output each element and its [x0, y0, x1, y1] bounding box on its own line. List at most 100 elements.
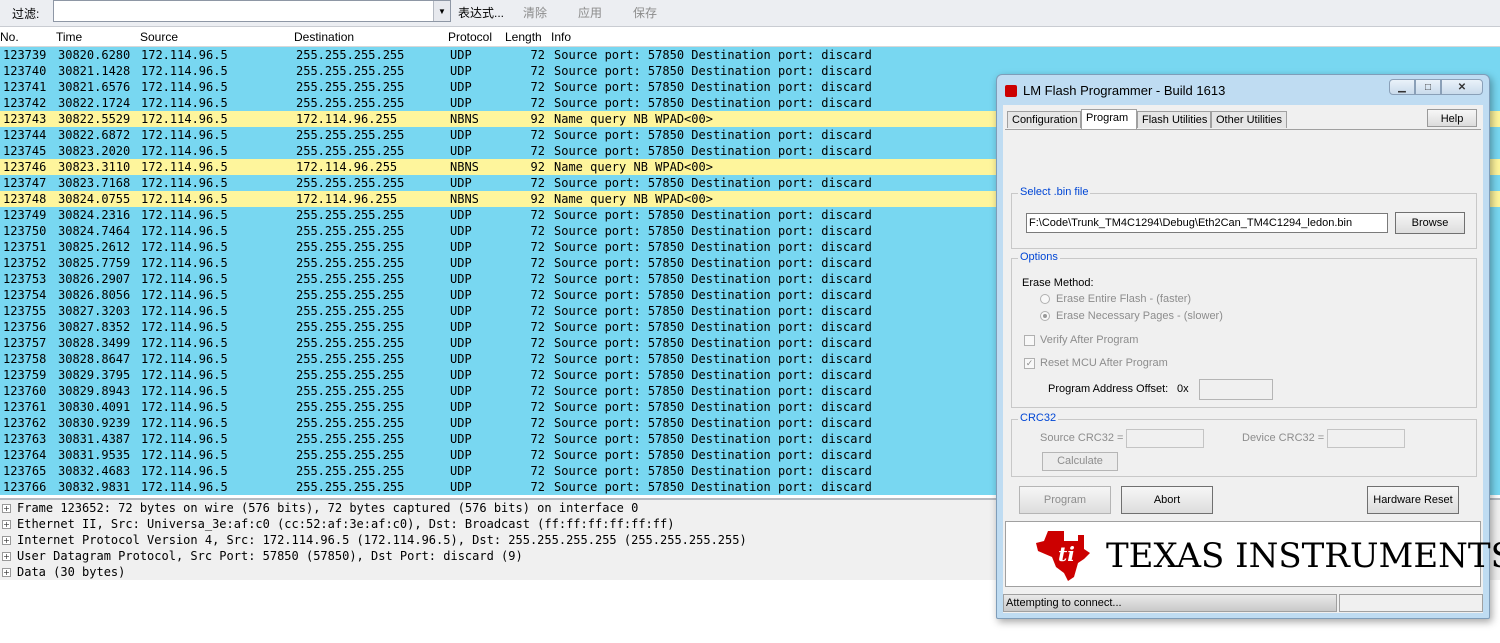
packet-dst: 255.255.255.255 — [296, 448, 405, 462]
packet-len: 72 — [530, 144, 545, 158]
program-button[interactable]: Program — [1019, 486, 1111, 514]
detail-text: Frame 123652: 72 bytes on wire (576 bits… — [17, 501, 639, 515]
packet-no: 123760 — [3, 384, 47, 398]
packet-no: 123752 — [3, 256, 47, 270]
help-button[interactable]: Help — [1427, 109, 1477, 127]
packet-no: 123757 — [3, 336, 47, 350]
packet-time: 30821.1428 — [58, 64, 131, 78]
packet-proto: UDP — [450, 80, 472, 94]
minimize-icon[interactable]: ▁ — [1389, 79, 1415, 95]
offset-input[interactable] — [1199, 379, 1273, 400]
bin-path-input[interactable]: F:\Code\Trunk_TM4C1294\Debug\Eth2Can_TM4… — [1026, 213, 1388, 233]
save-button[interactable]: 保存 — [633, 4, 657, 21]
packet-src: 172.114.96.5 — [141, 272, 228, 286]
hardware-reset-button[interactable]: Hardware Reset — [1367, 486, 1459, 514]
browse-button[interactable]: Browse — [1395, 212, 1465, 234]
close-icon[interactable]: ✕ — [1441, 79, 1483, 95]
expand-icon[interactable]: + — [2, 520, 11, 529]
column-destination[interactable]: Destination — [294, 30, 354, 44]
packet-len: 92 — [530, 192, 545, 206]
column-source[interactable]: Source — [140, 30, 178, 44]
app-icon — [1005, 85, 1017, 97]
maximize-icon[interactable]: □ — [1415, 79, 1441, 95]
packet-time: 30823.3110 — [58, 160, 131, 174]
column-info[interactable]: Info — [551, 30, 571, 44]
packet-src: 172.114.96.5 — [141, 144, 228, 158]
packet-src: 172.114.96.5 — [141, 48, 228, 62]
packet-src: 172.114.96.5 — [141, 384, 228, 398]
packet-proto: UDP — [450, 256, 472, 270]
reset-mcu-checkbox[interactable]: ✓ — [1024, 358, 1035, 369]
packet-dst: 172.114.96.255 — [296, 112, 398, 126]
packet-proto: NBNS — [450, 112, 479, 126]
packet-info: Source port: 57850 Destination port: dis… — [554, 272, 872, 286]
packet-src: 172.114.96.5 — [141, 128, 228, 142]
packet-no: 123756 — [3, 320, 47, 334]
packet-info: Source port: 57850 Destination port: dis… — [554, 320, 872, 334]
svg-text:ti: ti — [1058, 542, 1075, 566]
packet-time: 30828.3499 — [58, 336, 131, 350]
ti-logo-panel: ti TEXAS INSTRUMENTS — [1005, 521, 1500, 587]
packet-len: 72 — [530, 256, 545, 270]
packet-src: 172.114.96.5 — [141, 176, 228, 190]
tab-configuration[interactable]: Configuration — [1007, 111, 1081, 128]
tab-other-utilities[interactable]: Other Utilities — [1211, 111, 1287, 128]
packet-time: 30821.6576 — [58, 80, 131, 94]
column-length[interactable]: Length — [505, 30, 542, 44]
packet-time: 30827.8352 — [58, 320, 131, 334]
expand-icon[interactable]: + — [2, 568, 11, 577]
packet-info: Name query NB WPAD<00> — [554, 160, 713, 174]
packet-no: 123766 — [3, 480, 47, 494]
clear-button[interactable]: 清除 — [523, 4, 547, 21]
packet-no: 123758 — [3, 352, 47, 366]
tab-flash-utilities[interactable]: Flash Utilities — [1137, 111, 1211, 128]
expand-icon[interactable]: + — [2, 536, 11, 545]
abort-button[interactable]: Abort — [1121, 486, 1213, 514]
device-crc-input[interactable] — [1327, 429, 1405, 448]
tab-program[interactable]: Program — [1081, 109, 1137, 129]
packet-dst: 255.255.255.255 — [296, 48, 405, 62]
packet-time: 30831.9535 — [58, 448, 131, 462]
column-protocol[interactable]: Protocol — [448, 30, 492, 44]
expand-icon[interactable]: + — [2, 504, 11, 513]
packet-info: Source port: 57850 Destination port: dis… — [554, 352, 872, 366]
verify-label: Verify After Program — [1040, 334, 1139, 346]
window-titlebar[interactable]: LM Flash Programmer - Build 1613 ▁ □ ✕ — [997, 75, 1489, 105]
erase-necessary-label: Erase Necessary Pages - (slower) — [1056, 310, 1223, 322]
packet-time: 30832.4683 — [58, 464, 131, 478]
packet-proto: UDP — [450, 400, 472, 414]
expand-icon[interactable]: + — [2, 552, 11, 561]
packet-src: 172.114.96.5 — [141, 368, 228, 382]
packet-no: 123751 — [3, 240, 47, 254]
packet-src: 172.114.96.5 — [141, 256, 228, 270]
packet-info: Source port: 57850 Destination port: dis… — [554, 224, 872, 238]
packet-proto: UDP — [450, 480, 472, 494]
packet-len: 72 — [530, 480, 545, 494]
source-crc-input[interactable] — [1126, 429, 1204, 448]
packet-list-header: No. Time Source Destination Protocol Len… — [0, 29, 1500, 47]
packet-info: Source port: 57850 Destination port: dis… — [554, 448, 872, 462]
packet-no: 123754 — [3, 288, 47, 302]
packet-time: 30829.3795 — [58, 368, 131, 382]
erase-necessary-radio[interactable] — [1040, 311, 1050, 321]
packet-src: 172.114.96.5 — [141, 320, 228, 334]
calculate-button[interactable]: Calculate — [1042, 452, 1118, 471]
column-time[interactable]: Time — [56, 30, 82, 44]
apply-button[interactable]: 应用 — [578, 4, 602, 21]
detail-text: Ethernet II, Src: Universa_3e:af:c0 (cc:… — [17, 517, 675, 531]
packet-no: 123744 — [3, 128, 47, 142]
packet-len: 72 — [530, 448, 545, 462]
packet-proto: UDP — [450, 384, 472, 398]
packet-len: 72 — [530, 272, 545, 286]
filter-label: 过滤: — [12, 7, 40, 21]
verify-checkbox[interactable] — [1024, 335, 1035, 346]
expression-button[interactable]: 表达式... — [458, 4, 504, 21]
filter-input[interactable]: ▼ — [53, 0, 451, 22]
chevron-down-icon[interactable]: ▼ — [433, 1, 450, 21]
packet-no: 123761 — [3, 400, 47, 414]
column-no[interactable]: No. — [0, 30, 19, 44]
erase-entire-radio[interactable] — [1040, 294, 1050, 304]
packet-row[interactable]: 123739 30820.6280 172.114.96.5 255.255.255.… — [0, 47, 1500, 63]
packet-proto: UDP — [450, 304, 472, 318]
packet-no: 123749 — [3, 208, 47, 222]
